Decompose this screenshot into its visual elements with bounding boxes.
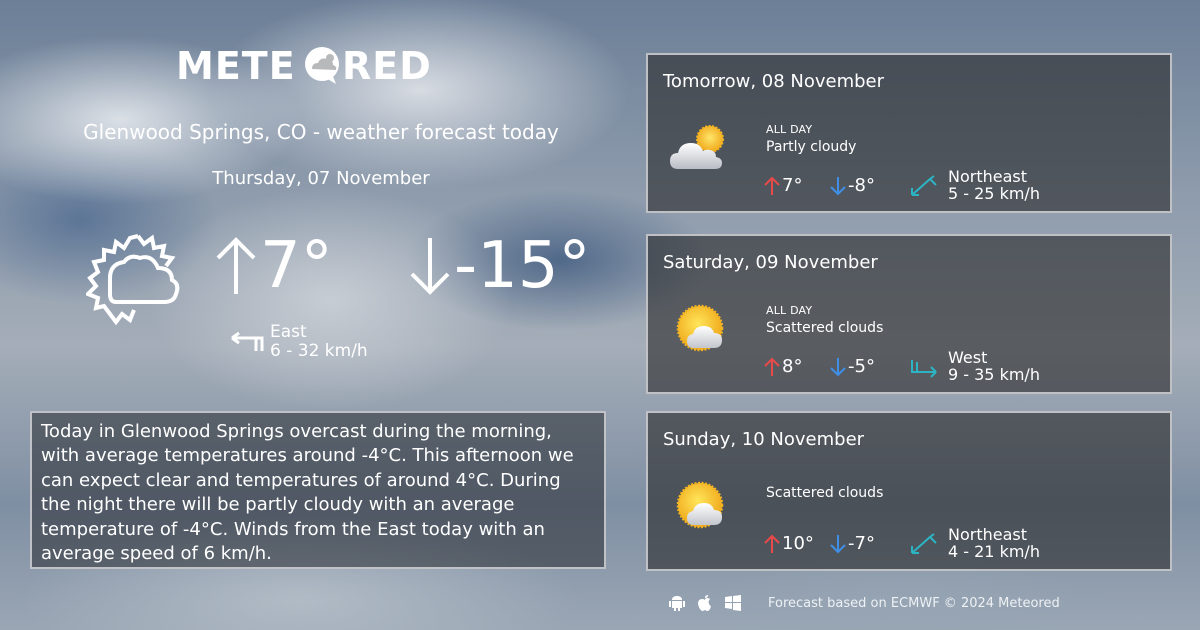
windows-icon[interactable] — [724, 594, 742, 612]
forecast-card-tomorrow[interactable]: Tomorrow, 08 November ALL DAY Partly clo… — [646, 53, 1172, 213]
meteored-logo[interactable]: METE RED — [176, 44, 436, 88]
forecast-condition: Scattered clouds — [766, 320, 884, 336]
sun-scattered-clouds-icon — [676, 304, 724, 352]
svg-text:METE: METE — [176, 44, 296, 88]
forecast-credit: Forecast based on ECMWF © 2024 Meteored — [768, 595, 1060, 611]
forecast-min-value: -5° — [848, 356, 875, 377]
forecast-max-value: 10° — [782, 533, 814, 554]
wind-west-icon — [911, 360, 937, 378]
arrow-down-icon — [830, 357, 846, 376]
forecast-min: -8° — [830, 175, 875, 196]
forecast-wind-direction: Northeast — [948, 167, 1028, 186]
today-min-temp: -15° — [408, 228, 591, 304]
forecast-wind: Northeast 4 - 21 km/h — [948, 526, 1040, 560]
today-wind: East 6 - 32 km/h — [230, 323, 368, 361]
arrow-down-icon — [830, 534, 846, 553]
forecast-min: -5° — [830, 356, 875, 377]
forecast-max: 8° — [764, 356, 802, 377]
wind-northeast-icon — [911, 533, 937, 554]
forecast-wind-speed: 4 - 21 km/h — [948, 542, 1040, 561]
forecast-min-value: -7° — [848, 533, 875, 554]
forecast-max-value: 7° — [782, 175, 803, 196]
forecast-max: 7° — [764, 175, 802, 196]
arrow-up-icon — [216, 237, 256, 294]
forecast-wind: West 9 - 35 km/h — [948, 349, 1040, 383]
forecast-wind-direction: West — [948, 348, 988, 367]
today-wind-speed: 6 - 32 km/h — [270, 341, 368, 361]
today-max-value: 7° — [260, 229, 333, 303]
forecast-period: ALL DAY — [766, 123, 813, 136]
forecast-condition: Scattered clouds — [766, 485, 884, 501]
sun-scattered-clouds-icon — [676, 481, 724, 529]
arrow-up-icon — [764, 176, 780, 195]
forecast-date: Tomorrow, 08 November — [663, 71, 885, 92]
forecast-min-value: -8° — [848, 175, 875, 196]
forecast-condition: Partly cloudy — [766, 139, 857, 155]
partly-cloudy-outline-icon — [86, 234, 180, 326]
partly-cloudy-icon — [670, 125, 724, 169]
forecast-period: ALL DAY — [766, 304, 813, 317]
apple-icon[interactable] — [696, 594, 714, 612]
today-max-temp: 7° — [214, 228, 333, 304]
logo-cloud-bubble-icon — [305, 47, 339, 84]
forecast-min: -7° — [830, 533, 875, 554]
arrow-down-icon — [410, 238, 450, 295]
forecast-date: Saturday, 09 November — [663, 252, 878, 273]
svg-text:RED: RED — [342, 44, 432, 88]
current-date: Thursday, 07 November — [212, 168, 430, 189]
forecast-max-value: 8° — [782, 356, 803, 377]
forecast-card-saturday[interactable]: Saturday, 09 November ALL DAY Scattered … — [646, 234, 1172, 394]
today-min-value: -15° — [454, 229, 591, 303]
forecast-date: Sunday, 10 November — [663, 429, 865, 450]
today-wind-direction: East — [270, 322, 307, 342]
forecast-wind-speed: 5 - 25 km/h — [948, 184, 1040, 203]
forecast-wind-direction: Northeast — [948, 525, 1028, 544]
footer: Forecast based on ECMWF © 2024 Meteored — [668, 594, 1060, 612]
arrow-up-icon — [764, 357, 780, 376]
forecast-max: 10° — [764, 533, 814, 554]
android-icon[interactable] — [668, 594, 686, 612]
arrow-down-icon — [830, 176, 846, 195]
page-title: Glenwood Springs, CO - weather forecast … — [83, 120, 559, 144]
forecast-wind: Northeast 5 - 25 km/h — [948, 168, 1040, 202]
wind-east-icon — [231, 331, 264, 351]
wind-northeast-icon — [911, 175, 937, 196]
forecast-card-sunday[interactable]: Sunday, 10 November Scattered clouds 10°… — [646, 411, 1172, 571]
arrow-up-icon — [764, 534, 780, 553]
forecast-wind-speed: 9 - 35 km/h — [948, 365, 1040, 384]
forecast-summary: Today in Glenwood Springs overcast durin… — [30, 411, 606, 569]
